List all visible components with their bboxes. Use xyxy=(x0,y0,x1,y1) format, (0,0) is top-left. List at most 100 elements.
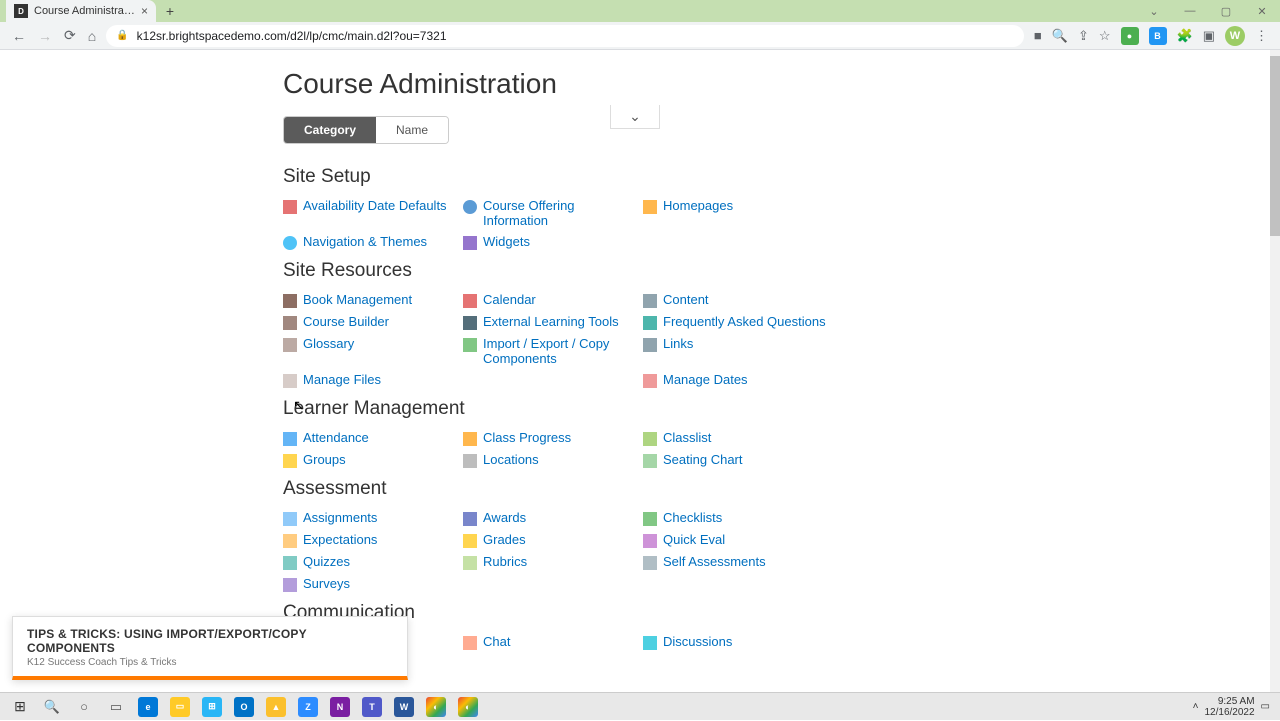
close-window-icon[interactable]: ✕ xyxy=(1244,0,1280,22)
app-word[interactable]: W xyxy=(388,693,420,721)
admin-link[interactable]: Locations xyxy=(483,452,539,467)
forward-icon[interactable]: → xyxy=(38,28,52,44)
admin-link[interactable]: Checklists xyxy=(663,510,722,525)
maximize-icon[interactable]: ▢ xyxy=(1208,0,1244,22)
page-title: Course Administration xyxy=(283,68,1103,100)
close-tab-icon[interactable]: × xyxy=(141,4,148,18)
chevron-down-icon[interactable]: ⌄ xyxy=(1136,0,1172,22)
admin-link-item: Import / Export / Copy Components xyxy=(463,336,643,366)
admin-link[interactable]: External Learning Tools xyxy=(483,314,619,329)
admin-link[interactable]: Quizzes xyxy=(303,554,350,569)
app-chrome-1[interactable]: ◐ xyxy=(420,693,452,721)
app-edge[interactable]: e xyxy=(132,693,164,721)
system-clock[interactable]: 9:25 AM 12/16/2022 xyxy=(1204,696,1254,718)
admin-link[interactable]: Grades xyxy=(483,532,526,547)
admin-link[interactable]: Self Assessments xyxy=(663,554,766,569)
view-tabs: Category Name xyxy=(283,116,449,144)
start-button[interactable]: ⊞ xyxy=(4,693,36,721)
admin-link-item: Manage Dates xyxy=(643,372,843,388)
admin-link[interactable]: Discussions xyxy=(663,634,732,649)
admin-link[interactable]: Links xyxy=(663,336,693,351)
admin-link[interactable]: Manage Dates xyxy=(663,372,748,387)
app-teams[interactable]: T xyxy=(356,693,388,721)
admin-link[interactable]: Content xyxy=(663,292,709,307)
heading-site-resources: Site Resources xyxy=(283,260,1103,282)
admin-link[interactable]: Course Builder xyxy=(303,314,389,329)
cortana-button[interactable]: ○ xyxy=(68,693,100,721)
admin-link[interactable]: Awards xyxy=(483,510,526,525)
content-icon xyxy=(643,294,657,308)
notifications-icon[interactable]: ▭ xyxy=(1261,701,1270,712)
admin-link-item: Awards xyxy=(463,510,643,526)
quick-icon xyxy=(643,534,657,548)
profile-avatar[interactable]: W xyxy=(1225,26,1245,46)
admin-link[interactable]: Navigation & Themes xyxy=(303,234,427,249)
admin-link[interactable]: Course Offering Information xyxy=(483,198,643,228)
admin-link[interactable]: Import / Export / Copy Components xyxy=(483,336,643,366)
address-bar[interactable]: 🔒 k12sr.brightspacedemo.com/d2l/lp/cmc/m… xyxy=(106,25,1024,47)
extension-2-icon[interactable]: B xyxy=(1149,27,1167,45)
admin-link[interactable]: Quick Eval xyxy=(663,532,725,547)
extension-1-icon[interactable]: ● xyxy=(1121,27,1139,45)
app-chrome-2[interactable]: ◐ xyxy=(452,693,484,721)
app-outlook[interactable]: O xyxy=(228,693,260,721)
tray-chevron[interactable]: ˄ xyxy=(1193,701,1199,712)
scrollbar-track[interactable] xyxy=(1270,50,1280,692)
admin-link[interactable]: Manage Files xyxy=(303,372,381,387)
bookmark-icon[interactable]: ☆ xyxy=(1099,28,1111,44)
admin-link-item: External Learning Tools xyxy=(463,314,643,330)
nav-expand-caret[interactable]: ⌄ xyxy=(610,105,660,129)
admin-link[interactable]: Expectations xyxy=(303,532,377,547)
admin-link[interactable]: Widgets xyxy=(483,234,530,249)
search-button[interactable]: 🔍 xyxy=(36,693,68,721)
extensions-icon[interactable]: 🧩 xyxy=(1177,28,1193,44)
admin-link[interactable]: Assignments xyxy=(303,510,377,525)
video-icon[interactable]: ■ xyxy=(1034,28,1042,43)
app-drive[interactable]: ▲ xyxy=(260,693,292,721)
admin-link[interactable]: Calendar xyxy=(483,292,536,307)
admin-link[interactable]: Availability Date Defaults xyxy=(303,198,447,213)
zoom-icon[interactable]: 🔍 xyxy=(1052,28,1068,44)
admin-link[interactable]: Class Progress xyxy=(483,430,571,445)
notification-toast[interactable]: TIPS & TRICKS: USING IMPORT/EXPORT/COPY … xyxy=(12,616,408,680)
admin-link[interactable]: Attendance xyxy=(303,430,369,445)
admin-link[interactable]: Homepages xyxy=(663,198,733,213)
taskview-button[interactable]: ▭ xyxy=(100,693,132,721)
admin-link[interactable]: Seating Chart xyxy=(663,452,743,467)
browser-tab[interactable]: D Course Administration - BC Sand... × xyxy=(6,0,156,22)
cal2-icon xyxy=(463,294,477,308)
tab-category[interactable]: Category xyxy=(284,117,376,143)
app-onenote[interactable]: N xyxy=(324,693,356,721)
share-icon[interactable]: ⇪ xyxy=(1078,28,1089,44)
admin-link[interactable]: Rubrics xyxy=(483,554,527,569)
admin-link[interactable]: Classlist xyxy=(663,430,711,445)
admin-link[interactable]: Glossary xyxy=(303,336,354,351)
reload-icon[interactable]: ⟳ xyxy=(64,27,76,44)
admin-link[interactable]: Groups xyxy=(303,452,346,467)
new-tab-button[interactable]: + xyxy=(156,0,184,22)
admin-link[interactable]: Surveys xyxy=(303,576,350,591)
app-zoom[interactable]: Z xyxy=(292,693,324,721)
app-store[interactable]: ⊞ xyxy=(196,693,228,721)
admin-link-item: Homepages xyxy=(643,198,823,228)
kebab-menu-icon[interactable]: ⋮ xyxy=(1255,28,1268,44)
admin-link[interactable]: Book Management xyxy=(303,292,412,307)
admin-link[interactable]: Chat xyxy=(483,634,510,649)
admin-link-item: Groups xyxy=(283,452,463,468)
back-icon[interactable]: ← xyxy=(12,28,26,44)
admin-link-item: Surveys xyxy=(283,576,463,592)
minimize-icon[interactable]: — xyxy=(1172,0,1208,22)
admin-link-item: Content xyxy=(643,292,843,308)
panel-icon[interactable]: ▣ xyxy=(1203,28,1215,44)
att-icon xyxy=(283,432,297,446)
lock-icon: 🔒 xyxy=(116,30,128,41)
dates-icon xyxy=(643,374,657,388)
app-explorer[interactable]: ▭ xyxy=(164,693,196,721)
scrollbar-thumb[interactable] xyxy=(1270,56,1280,236)
grp-icon xyxy=(283,454,297,468)
award-icon xyxy=(463,512,477,526)
tab-name[interactable]: Name xyxy=(376,117,448,143)
home-icon[interactable]: ⌂ xyxy=(88,28,96,44)
admin-link[interactable]: Frequently Asked Questions xyxy=(663,314,826,329)
admin-link-item: Seating Chart xyxy=(643,452,823,468)
